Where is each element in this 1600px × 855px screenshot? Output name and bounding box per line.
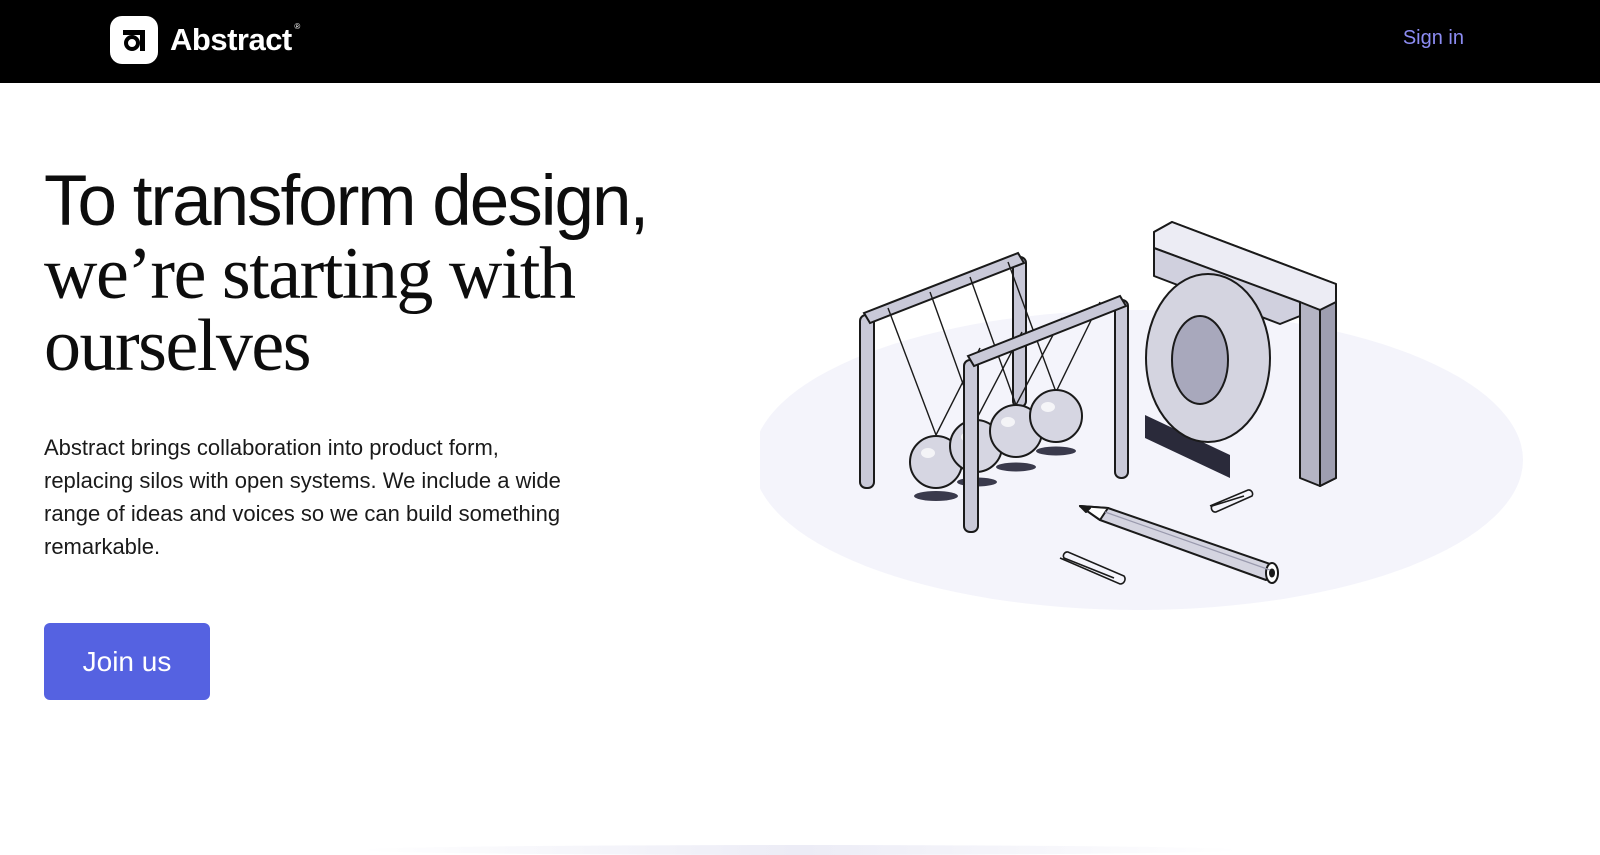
hero-description: Abstract brings collaboration into produ… (44, 435, 561, 559)
hero-title-line-2: we’re starting with (44, 233, 576, 315)
brand-name: Abstract ® (170, 22, 300, 58)
hero-title-line-3: ourselves (44, 305, 312, 387)
hero-title: To transform design, we’re starting with… (44, 162, 744, 387)
brand-home-link[interactable]: Abstract ® (110, 16, 300, 64)
brand-name-text: Abstract (170, 22, 292, 57)
top-navigation-bar: Abstract ® Sign in (0, 0, 1600, 83)
abstract-logo-icon (110, 16, 158, 64)
registered-mark: ® (294, 22, 300, 31)
newtons-cradle-and-logo-illustration-icon (760, 221, 1523, 610)
hero-title-line-1: To transform design, (44, 162, 649, 241)
join-us-button[interactable]: Join us (44, 623, 210, 700)
section-divider-shadow (360, 845, 1240, 855)
sign-in-link[interactable]: Sign in (1403, 27, 1464, 50)
